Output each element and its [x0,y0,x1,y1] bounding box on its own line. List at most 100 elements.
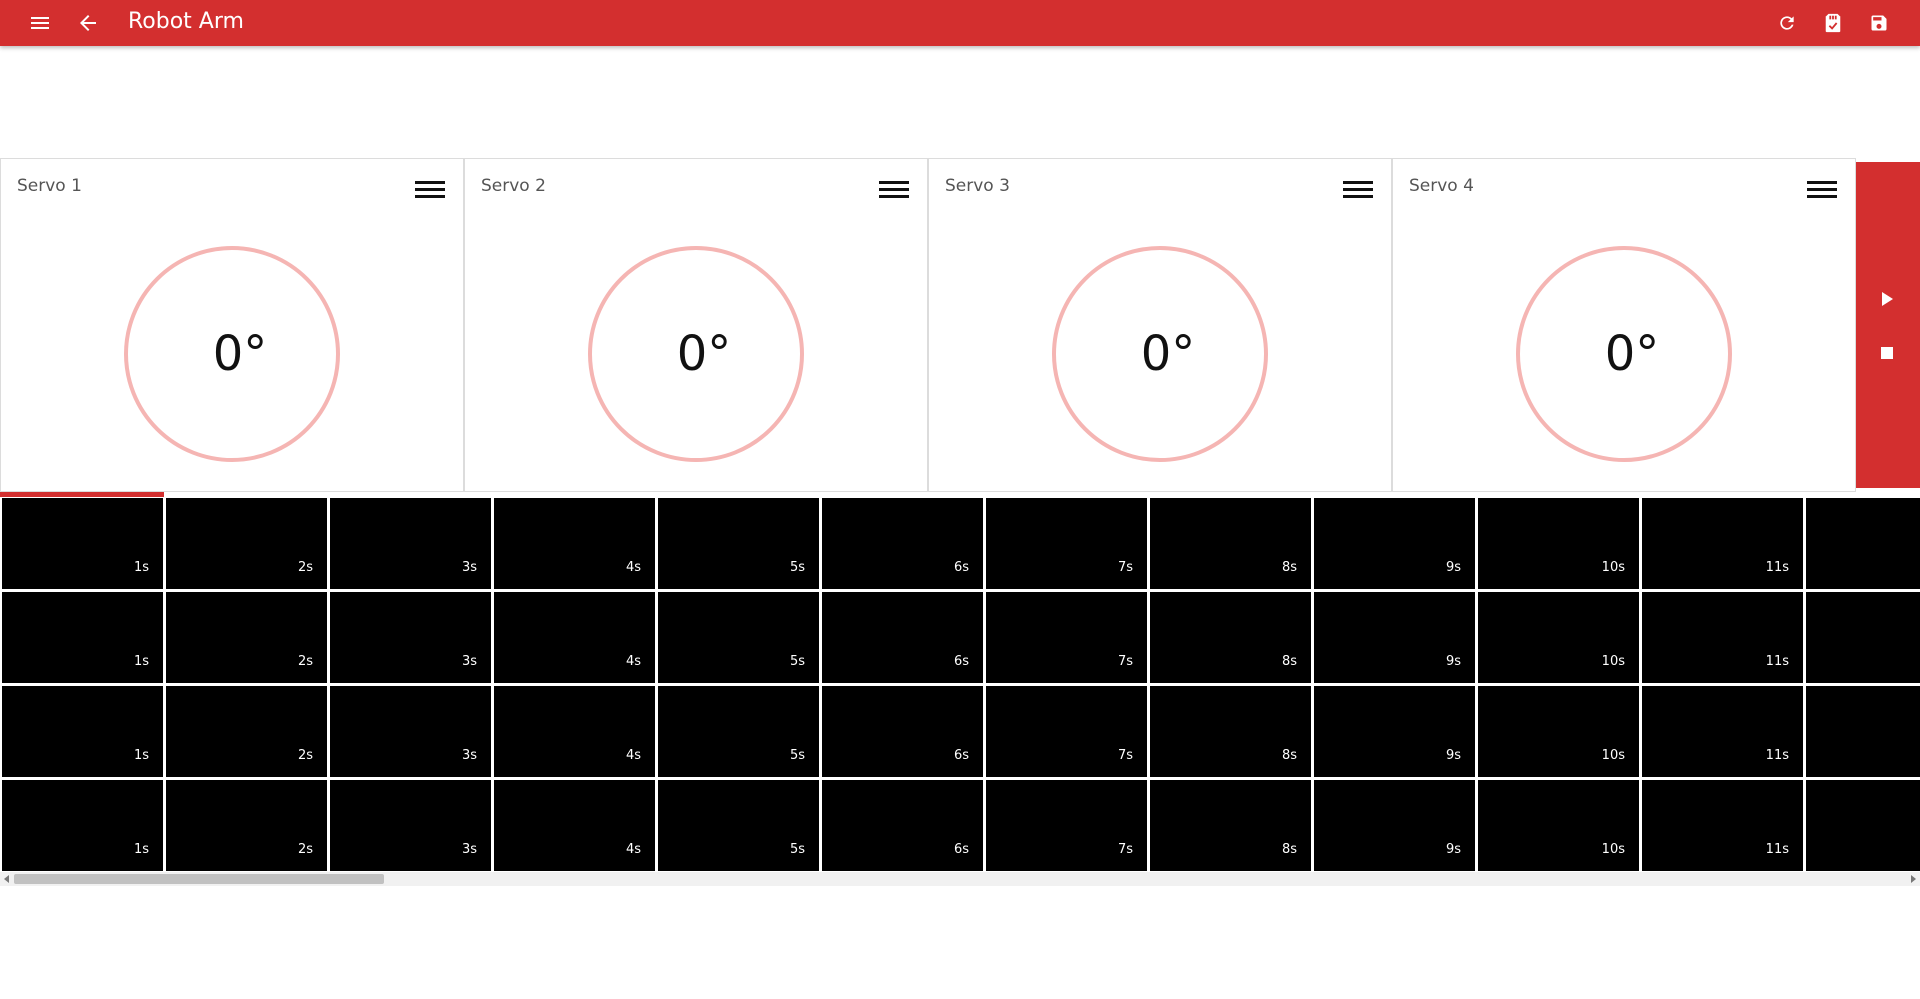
timeline-cell-time: 1s [133,748,149,763]
timeline-cell-time: 8s [1281,842,1297,857]
timeline-cell[interactable] [1806,592,1920,683]
timeline-cell-time: 4s [625,748,641,763]
timeline-cell[interactable]: 5s [658,780,819,871]
back-arrow-icon[interactable] [65,0,111,46]
timeline-cell[interactable]: 5s [658,592,819,683]
timeline-cell[interactable]: 2s [166,686,327,777]
menu-icon[interactable] [17,0,63,46]
servo-dial[interactable] [1052,246,1268,462]
timeline-cell-time: 1s [133,654,149,669]
timeline-cell[interactable]: 9s [1314,498,1475,589]
timeline-cell[interactable]: 7s [986,498,1147,589]
timeline-cell-time: 9s [1445,560,1461,575]
timeline-cell-time: 11s [1765,560,1789,575]
timeline-cell[interactable]: 11s [1642,592,1803,683]
servo-dial[interactable] [1516,246,1732,462]
servo-dial[interactable] [588,246,804,462]
page-title: Robot Arm [128,9,244,34]
timeline-cell[interactable]: 3s [330,780,491,871]
timeline-cell[interactable]: 6s [822,780,983,871]
timeline-cell[interactable] [1806,498,1920,589]
timeline-cell-time: 4s [625,842,641,857]
timeline-cell[interactable]: 3s [330,686,491,777]
timeline-cell[interactable]: 11s [1642,686,1803,777]
timeline-cell[interactable]: 2s [166,780,327,871]
timeline-cell[interactable]: 6s [822,592,983,683]
timeline-cell-time: 9s [1445,654,1461,669]
servo-menu-icon[interactable] [1343,179,1373,205]
timeline-cell[interactable]: 1s [2,780,163,871]
timeline-cell-time: 4s [625,654,641,669]
app-bar: Robot Arm [0,0,1920,46]
timeline-cell-time: 2s [297,560,313,575]
timeline-cell[interactable] [1806,780,1920,871]
servo-name: Servo 4 [1409,176,1474,196]
timeline-cell[interactable]: 10s [1478,780,1639,871]
timeline-cell-time: 11s [1765,842,1789,857]
timeline-cell[interactable]: 1s [2,592,163,683]
stop-icon[interactable] [1874,340,1900,366]
timeline-cell[interactable]: 6s [822,498,983,589]
servo-card-3: Servo 3 0° [928,158,1392,492]
timeline-cell[interactable] [1806,686,1920,777]
timeline-cell[interactable]: 9s [1314,780,1475,871]
timeline-cell[interactable]: 11s [1642,780,1803,871]
timeline-cell[interactable]: 3s [330,592,491,683]
timeline-cell[interactable]: 1s [2,686,163,777]
timeline-cell-time: 5s [789,560,805,575]
timeline-cell-time: 11s [1765,654,1789,669]
timeline-cell[interactable]: 11s [1642,498,1803,589]
timeline-cell[interactable]: 5s [658,686,819,777]
timeline-cell[interactable]: 3s [330,498,491,589]
timeline-cell-time: 5s [789,842,805,857]
servo-card-4: Servo 4 0° [1392,158,1856,492]
timeline-cell[interactable]: 2s [166,592,327,683]
timeline-cell[interactable]: 6s [822,686,983,777]
timeline-cell[interactable]: 10s [1478,686,1639,777]
playback-controls [1856,162,1920,488]
timeline-cell[interactable]: 2s [166,498,327,589]
timeline-cell[interactable]: 5s [658,498,819,589]
timeline-cell-time: 2s [297,748,313,763]
servo-menu-icon[interactable] [879,179,909,205]
timeline-cell-time: 7s [1117,654,1133,669]
scroll-right-arrow-icon[interactable] [1911,875,1916,883]
timeline-cell[interactable]: 8s [1150,498,1311,589]
refresh-icon[interactable] [1764,0,1810,46]
timeline-cell-time: 1s [133,842,149,857]
scrollbar-thumb[interactable] [14,874,384,884]
timeline-cell-time: 7s [1117,842,1133,857]
timeline-cell-time: 10s [1601,748,1625,763]
save-icon[interactable] [1856,0,1902,46]
timeline-cell[interactable]: 4s [494,498,655,589]
timeline-cell[interactable]: 1s [2,498,163,589]
servo-name: Servo 3 [945,176,1010,196]
servo-dial[interactable] [124,246,340,462]
horizontal-scrollbar[interactable] [0,872,1920,886]
timeline-cell[interactable]: 4s [494,592,655,683]
timeline-cell[interactable]: 7s [986,592,1147,683]
timeline-cell[interactable]: 10s [1478,498,1639,589]
timeline-cell[interactable]: 4s [494,780,655,871]
timeline-cell-time: 1s [133,560,149,575]
timeline-cell-time: 9s [1445,842,1461,857]
timeline-cell-time: 3s [461,654,477,669]
timeline-cell[interactable]: 4s [494,686,655,777]
timeline-cell[interactable]: 7s [986,686,1147,777]
play-icon[interactable] [1874,286,1900,312]
timeline-cell[interactable]: 7s [986,780,1147,871]
timeline-cell[interactable]: 9s [1314,686,1475,777]
scroll-left-arrow-icon[interactable] [4,875,9,883]
timeline-cell[interactable]: 9s [1314,592,1475,683]
timeline-cell-time: 8s [1281,654,1297,669]
timeline-cell[interactable]: 10s [1478,592,1639,683]
timeline-grid: 1s 2s 3s 4s 5s 6s 7s 8s 9s 10s 11s 1s 2s 3s 4s 5s 6s 7s 8s… [0,497,1920,872]
timeline-cell-time: 5s [789,654,805,669]
servo-name: Servo 1 [17,176,82,196]
timeline-cell[interactable]: 8s [1150,780,1311,871]
timeline-cell[interactable]: 8s [1150,686,1311,777]
servo-menu-icon[interactable] [415,179,445,205]
servo-menu-icon[interactable] [1807,179,1837,205]
timeline-cell[interactable]: 8s [1150,592,1311,683]
sd-card-check-icon[interactable] [1810,0,1856,46]
